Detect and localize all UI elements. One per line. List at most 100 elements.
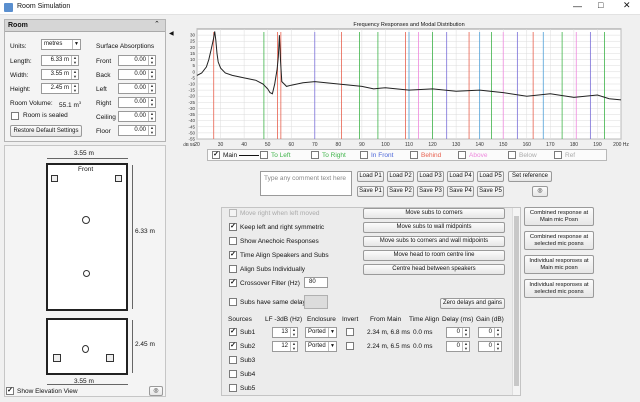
load-p1-button[interactable]: Load P1 [357, 171, 384, 182]
listener-icon[interactable] [83, 270, 90, 277]
sub1-lf-spinner[interactable]: ▲ ▼ [290, 327, 297, 337]
sub1-lf-field[interactable]: 13 ▲ ▼ [272, 327, 298, 338]
crossover-checkbox[interactable]: ✓ [229, 279, 237, 287]
centre-head-button[interactable]: Centre head between speakers [363, 264, 505, 275]
surface-spinner[interactable]: ▲ ▼ [148, 125, 155, 135]
sub1-checkbox[interactable]: ✓ [229, 328, 237, 336]
units-dropdown[interactable]: metres ▼ [41, 39, 81, 50]
zero-delays-button[interactable]: Zero delays and gains [440, 298, 505, 309]
length-field[interactable]: 6.33 m ▲ ▼ [41, 55, 79, 66]
sub2-lf-value: 12 [281, 343, 288, 349]
sub-front-right-icon[interactable] [115, 175, 122, 182]
save-p3-button[interactable]: Save P3 [417, 186, 444, 197]
close-icon[interactable]: ✕ [623, 0, 631, 11]
width-spinner[interactable]: ▲ ▼ [71, 69, 78, 79]
time-align-checkbox[interactable]: ✓ [229, 251, 237, 259]
response-button-1[interactable]: Combined response at Main mic Posn [524, 207, 594, 226]
surface-field-left[interactable]: 0.00 ▲ ▼ [118, 83, 156, 94]
length-spinner[interactable]: ▲ ▼ [71, 55, 78, 65]
legend-main-checkbox[interactable]: ✓ [212, 151, 220, 159]
elev-speaker-icon[interactable] [82, 345, 89, 353]
surface-field-ceiling[interactable]: 0.00 ▲ ▼ [118, 111, 156, 122]
response-button-4[interactable]: Individual responses at selected mic pos… [524, 279, 594, 298]
subs-to-corners-button[interactable]: Move subs to corners [363, 208, 505, 219]
sub2-delay-field[interactable]: 0 ▲ ▼ [446, 341, 470, 352]
maximize-icon[interactable]: □ [598, 0, 603, 10]
sealed-checkbox[interactable] [11, 112, 19, 120]
save-p2-button[interactable]: Save P2 [387, 186, 414, 197]
surface-spinner[interactable]: ▲ ▼ [148, 111, 155, 121]
surface-field-back[interactable]: 0.00 ▲ ▼ [118, 69, 156, 80]
align-subs-checkbox[interactable] [229, 265, 237, 273]
sub1-delay-spinner[interactable]: ▲ ▼ [462, 327, 469, 337]
save-p1-button[interactable]: Save P1 [357, 186, 384, 197]
surface-spinner[interactable]: ▲ ▼ [148, 55, 155, 65]
load-p3-button[interactable]: Load P3 [417, 171, 444, 182]
sub2-delay-spinner[interactable]: ▲ ▼ [462, 341, 469, 351]
surface-field-floor[interactable]: 0.00 ▲ ▼ [118, 125, 156, 136]
legend-in-front-checkbox[interactable] [360, 151, 368, 159]
legend-below-checkbox[interactable] [508, 151, 516, 159]
sub2-gain-field[interactable]: 0 ▲ ▼ [478, 341, 502, 352]
sub1-invert-checkbox[interactable] [346, 328, 354, 336]
sub2-lf-spinner[interactable]: ▲ ▼ [290, 341, 297, 351]
comment-box[interactable]: Type any comment text here [260, 171, 352, 196]
sub1-delay-field[interactable]: 0 ▲ ▼ [446, 327, 470, 338]
same-delay-checkbox[interactable] [229, 298, 237, 306]
response-button-2[interactable]: Combined response at selected mic posns [524, 231, 594, 250]
sub2-lf-field[interactable]: 12 ▲ ▼ [272, 341, 298, 352]
sub5-checkbox[interactable] [229, 384, 237, 392]
save-p5-button[interactable]: Save P5 [477, 186, 504, 197]
show-anechoic-checkbox[interactable] [229, 237, 237, 245]
load-p5-button[interactable]: Load P5 [477, 171, 504, 182]
legend-to-left-checkbox[interactable] [260, 151, 268, 159]
surface-spinner[interactable]: ▲ ▼ [148, 83, 155, 93]
sub1-gain-field[interactable]: 0 ▲ ▼ [478, 327, 502, 338]
sub2-checkbox[interactable]: ✓ [229, 342, 237, 350]
sub2-enclosure-dropdown[interactable]: Ported ▼ [305, 341, 337, 352]
height-spinner[interactable]: ▲ ▼ [71, 83, 78, 93]
sub1-gain-spinner[interactable]: ▲ ▼ [494, 327, 501, 337]
collapse-icon[interactable]: ⌃ [154, 20, 160, 28]
collapse-left-icon[interactable]: ◀ [169, 30, 174, 37]
width-field[interactable]: 3.55 m ▲ ▼ [41, 69, 79, 80]
sub1-enclosure-dropdown[interactable]: Ported ▼ [305, 327, 337, 338]
subs-to-wall-mid-button[interactable]: Move subs to wall midpoints [363, 222, 505, 233]
crossover-field[interactable]: 80 [304, 277, 328, 288]
save-p4-button[interactable]: Save P4 [447, 186, 474, 197]
camera-button[interactable]: ◎ [532, 186, 548, 197]
legend-ref-checkbox[interactable] [554, 151, 562, 159]
surface-spinner[interactable]: ▲ ▼ [148, 97, 155, 107]
window-title: Room Simulation [17, 3, 71, 10]
scrollbar-thumb[interactable] [514, 216, 519, 386]
legend-to-right-checkbox[interactable] [311, 151, 319, 159]
height-field[interactable]: 2.45 m ▲ ▼ [41, 83, 79, 94]
main-speaker-icon[interactable] [82, 216, 90, 224]
load-p4-button[interactable]: Load P4 [447, 171, 474, 182]
sub-front-left-icon[interactable] [51, 175, 58, 182]
restore-defaults-button[interactable]: Restore Default Settings [10, 125, 82, 137]
legend-above-checkbox[interactable] [458, 151, 466, 159]
minimize-icon[interactable]: — [573, 1, 582, 11]
keep-symmetric-checkbox[interactable]: ✓ [229, 223, 237, 231]
load-p2-button[interactable]: Load P2 [387, 171, 414, 182]
set-reference-button[interactable]: Set reference [508, 171, 552, 182]
surface-field-right[interactable]: 0.00 ▲ ▼ [118, 97, 156, 108]
sub3-checkbox[interactable] [229, 356, 237, 364]
same-delay-field[interactable] [304, 295, 328, 309]
plan-capture-button[interactable]: ◎ [149, 386, 163, 396]
elev-sub-right-icon[interactable] [106, 354, 114, 362]
surface-field-front[interactable]: 0.00 ▲ ▼ [118, 55, 156, 66]
sub2-gain-spinner[interactable]: ▲ ▼ [494, 341, 501, 351]
elev-sub-left-icon[interactable] [53, 354, 61, 362]
show-elevation-checkbox[interactable]: ✓ [6, 387, 14, 395]
sub4-checkbox[interactable] [229, 370, 237, 378]
surface-spinner[interactable]: ▲ ▼ [148, 69, 155, 79]
subs-to-corners-mid-button[interactable]: Move subs to corners and wall midpoints [363, 236, 505, 247]
legend-behind-checkbox[interactable] [410, 151, 418, 159]
sub2-invert-checkbox[interactable] [346, 342, 354, 350]
response-button-3[interactable]: Individual responses at Main mic posn [524, 255, 594, 274]
subs-panel-scrollbar[interactable] [512, 208, 520, 395]
head-centre-button[interactable]: Move head to room centre line [363, 250, 505, 261]
move-right-checkbox[interactable] [229, 209, 237, 217]
